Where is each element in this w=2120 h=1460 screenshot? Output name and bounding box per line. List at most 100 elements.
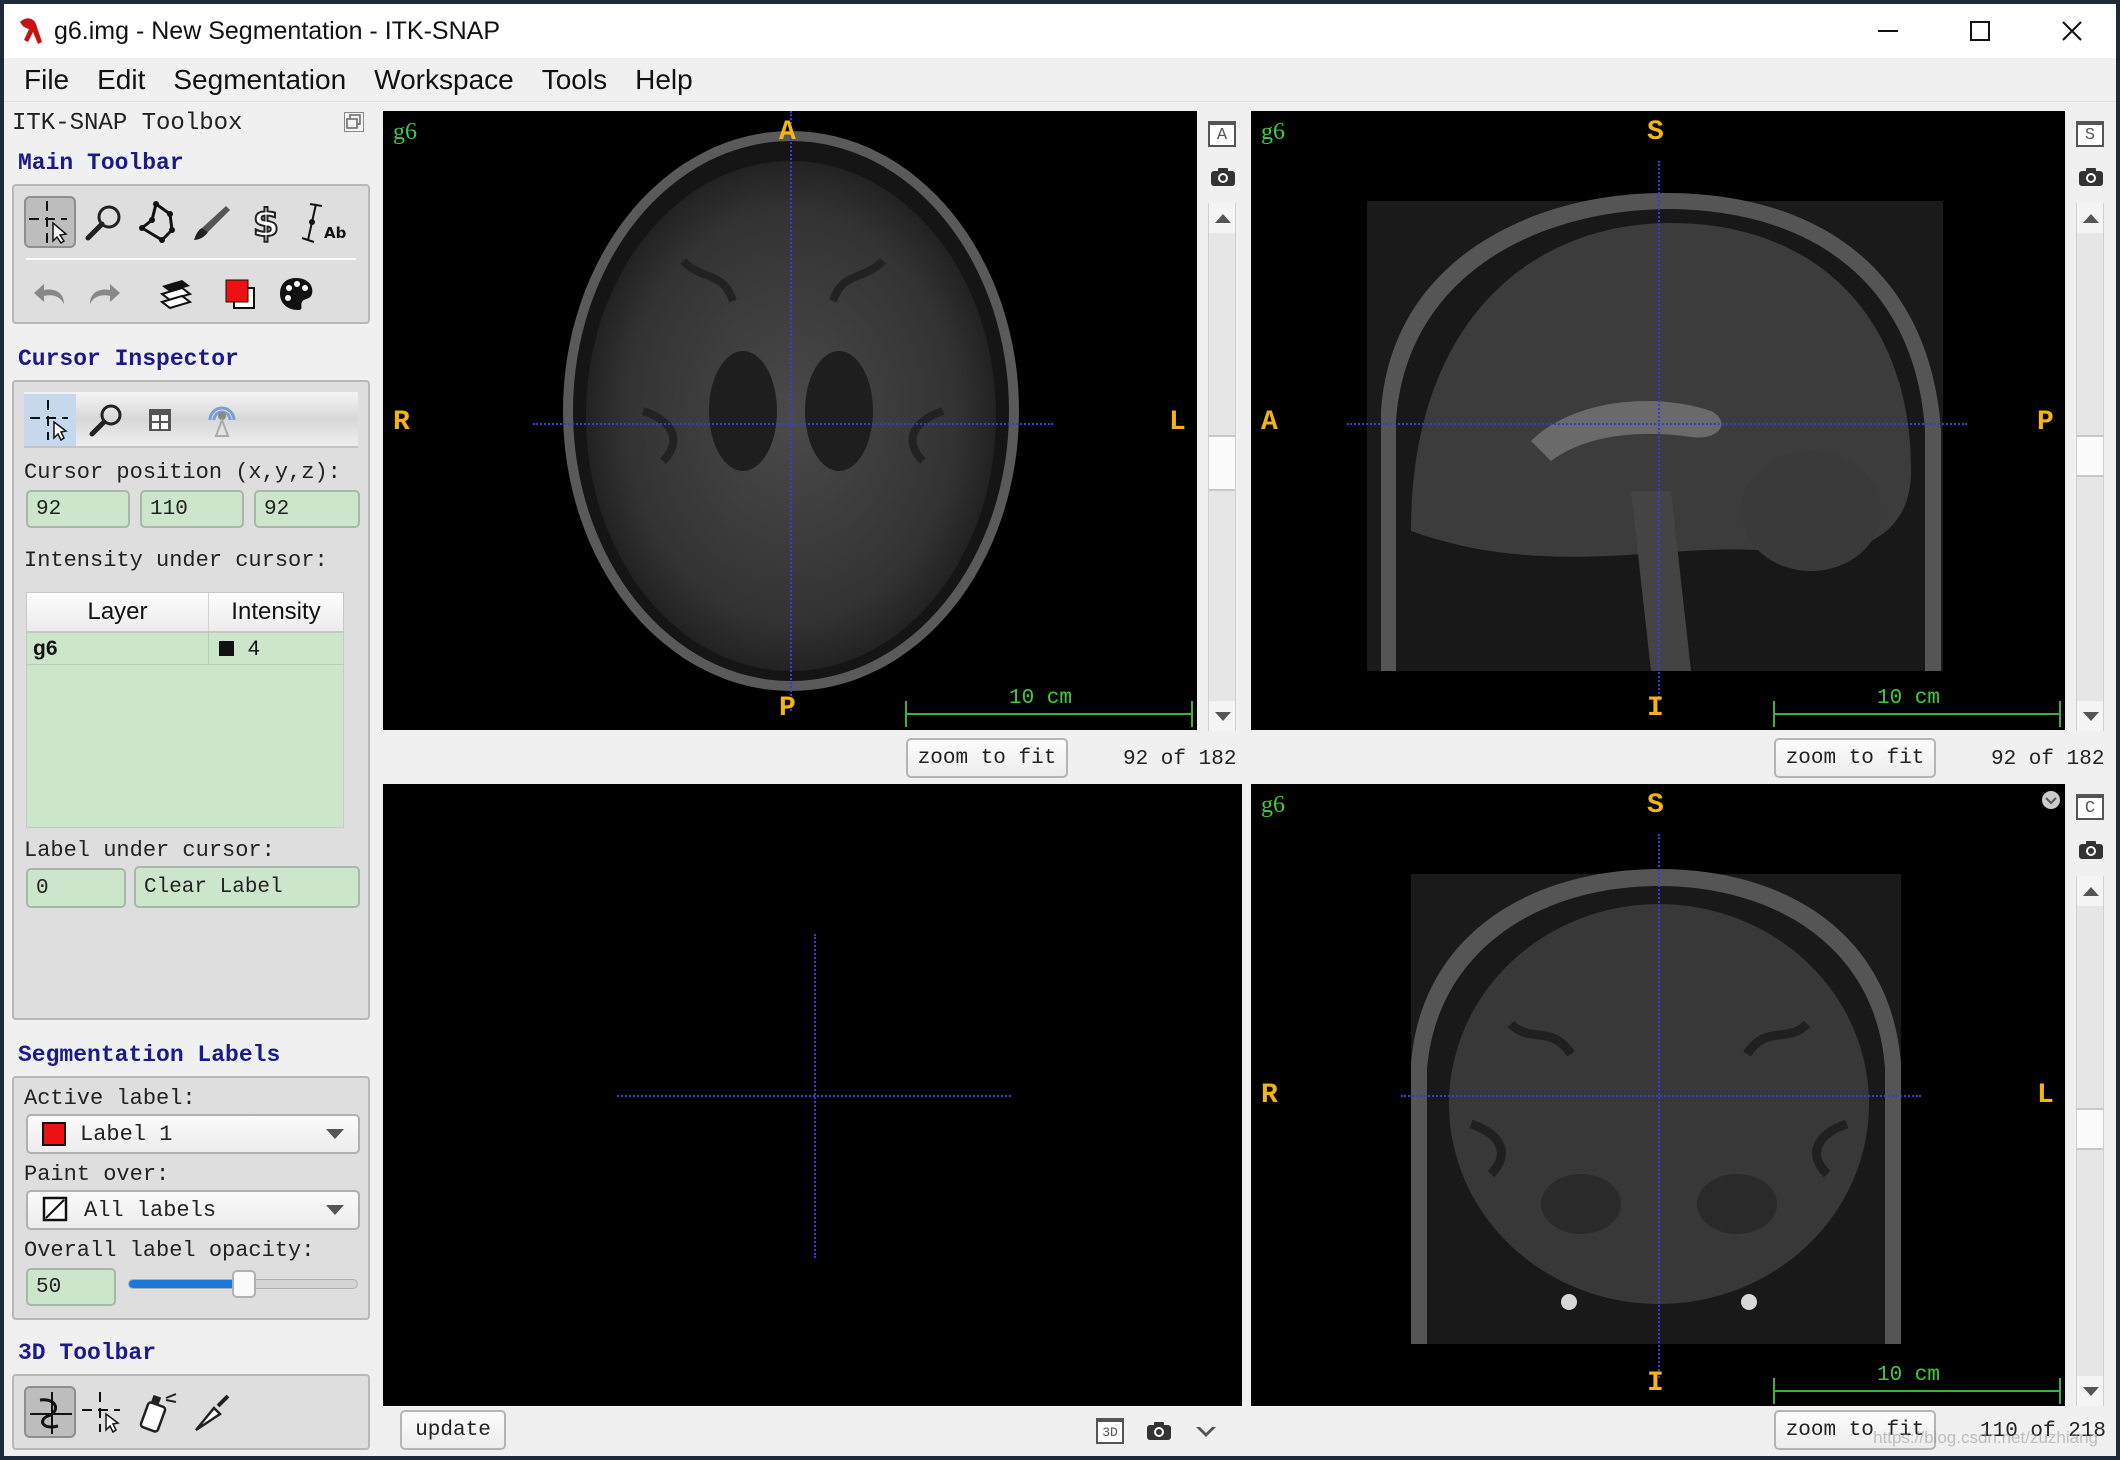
3d-view-layout-button[interactable]: 3D <box>1096 1418 1124 1444</box>
axial-slice-scrollbar[interactable] <box>1208 203 1236 731</box>
scroll-up-arrow[interactable] <box>1209 203 1235 233</box>
tab-layout[interactable] <box>134 394 186 446</box>
menu-help[interactable]: Help <box>635 64 693 96</box>
toolbox-panel: ITK-SNAP Toolbox Main Toolbar $ Ab Curso… <box>4 104 376 1456</box>
grid-layout-icon <box>149 409 171 431</box>
opacity-slider[interactable] <box>128 1270 358 1298</box>
cursor-position-label: Cursor position (x,y,z): <box>24 460 341 485</box>
opacity-value-field[interactable]: 50 <box>26 1268 116 1306</box>
orientation-top: S <box>1647 790 1664 821</box>
camera-icon[interactable] <box>1210 167 1236 187</box>
opacity-slider-thumb[interactable] <box>232 1270 256 1298</box>
paintbrush-icon <box>194 206 230 240</box>
menu-file[interactable]: File <box>24 64 69 96</box>
tab-sync[interactable] <box>196 394 248 446</box>
axial-view[interactable]: g6 A P R L 10 cm <box>383 111 1197 730</box>
minimize-icon <box>1878 30 1898 32</box>
minimize-button[interactable] <box>1842 4 1934 58</box>
paintbrush-tool-button[interactable] <box>186 196 238 248</box>
scroll-down-arrow[interactable] <box>1209 701 1235 731</box>
annotation-tool-button[interactable]: Ab <box>296 196 348 248</box>
layer-inspector-button[interactable] <box>150 268 202 320</box>
cursor-x-field[interactable]: 92 <box>26 490 130 528</box>
all-labels-icon <box>42 1196 68 1222</box>
label-under-cursor-label: Label under cursor: <box>24 838 275 863</box>
spray-paint-tool-button[interactable] <box>132 1386 184 1438</box>
camera-icon[interactable] <box>1146 1420 1172 1442</box>
axial-view-layout-button[interactable]: A <box>1208 121 1236 147</box>
maximize-button[interactable] <box>1934 4 2026 58</box>
tab-zoom[interactable] <box>80 394 132 446</box>
tab-cursor[interactable] <box>24 394 76 446</box>
view-options-chevron-icon[interactable] <box>2041 790 2061 810</box>
label-editor-button[interactable] <box>270 268 322 320</box>
window-title: g6.img - New Segmentation - ITK-SNAP <box>54 16 500 45</box>
close-button[interactable] <box>2026 4 2116 58</box>
sagittal-zoom-to-fit-button[interactable]: zoom to fit <box>1774 738 1936 778</box>
scroll-down-arrow[interactable] <box>2077 1376 2103 1406</box>
coronal-view[interactable]: g6 S I R L 10 cm <box>1251 784 2065 1406</box>
polygon-tool-button[interactable] <box>132 196 184 248</box>
sagittal-slice-scrollbar[interactable] <box>2076 203 2104 731</box>
crosshair-tool-button[interactable] <box>24 196 76 248</box>
rotate-3d-tool-button[interactable] <box>24 1386 76 1438</box>
intensity-table: Layer Intensity g6 4 <box>26 592 344 828</box>
watermark-text: https://blog.csdn.net/zuzhiang <box>1873 1428 2098 1447</box>
undock-toolbox-button[interactable] <box>344 112 364 132</box>
undo-button[interactable] <box>24 268 76 320</box>
spray-can-icon <box>139 1393 177 1433</box>
camera-icon[interactable] <box>2078 167 2104 187</box>
table-header: Layer Intensity <box>27 593 343 633</box>
redo-button[interactable] <box>78 268 130 320</box>
menu-bar: File Edit Segmentation Workspace Tools H… <box>4 58 2116 102</box>
magnifier-icon <box>85 205 121 241</box>
layer-color-swatch <box>219 641 234 656</box>
crosshair-horizontal <box>617 1095 1011 1097</box>
active-label-dropdown[interactable]: Label 1 <box>26 1114 360 1154</box>
menu-segmentation[interactable]: Segmentation <box>173 64 346 96</box>
orientation-right: P <box>2037 407 2054 438</box>
3d-view[interactable] <box>383 784 1242 1406</box>
axial-zoom-to-fit-button[interactable]: zoom to fit <box>906 738 1068 778</box>
menu-workspace[interactable]: Workspace <box>374 64 514 96</box>
scroll-thumb[interactable] <box>2077 435 2103 477</box>
chevron-down-icon[interactable] <box>1194 1424 1218 1440</box>
cell-intensity-value: 4 <box>248 636 260 660</box>
sagittal-view-layout-button[interactable]: S <box>2076 121 2104 147</box>
zoom-pan-tool-button[interactable] <box>78 196 130 248</box>
table-row[interactable]: g6 4 <box>27 633 343 665</box>
paint-over-dropdown[interactable]: All labels <box>26 1190 360 1230</box>
column-header-layer[interactable]: Layer <box>27 593 209 631</box>
cell-layer: g6 <box>27 633 209 664</box>
update-3d-button[interactable]: update <box>400 1410 506 1450</box>
coronal-view-layout-button[interactable]: C <box>2076 794 2104 820</box>
coronal-slice-scrollbar[interactable] <box>2076 876 2104 1406</box>
label-color-button[interactable] <box>214 268 266 320</box>
crosshair-cursor-icon <box>30 400 68 442</box>
crosshair-3d-tool-button[interactable] <box>76 1386 128 1438</box>
camera-icon[interactable] <box>2078 840 2104 860</box>
orientation-right: L <box>2037 1080 2054 1111</box>
inspector-tab-bar <box>24 392 358 448</box>
column-header-intensity[interactable]: Intensity <box>209 593 343 631</box>
scroll-thumb[interactable] <box>1209 435 1235 491</box>
cursor-y-field[interactable]: 110 <box>140 490 244 528</box>
menu-tools[interactable]: Tools <box>542 64 607 96</box>
orientation-bottom: I <box>1647 1368 1664 1399</box>
toolbox-title: ITK-SNAP Toolbox <box>12 110 243 137</box>
scroll-up-arrow[interactable] <box>2077 203 2103 233</box>
sagittal-view[interactable]: g6 S I A P 10 cm <box>1251 111 2065 730</box>
paint-over-caption: Paint over: <box>24 1162 170 1187</box>
toolbar-divider <box>26 258 356 260</box>
cursor-z-field[interactable]: 92 <box>254 490 360 528</box>
snake-dollar-icon: $ <box>252 200 280 244</box>
sagittal-slice-indicator: 92 of 182 <box>1991 748 2105 771</box>
scroll-thumb[interactable] <box>2077 1108 2103 1150</box>
scalpel-tool-button[interactable] <box>186 1386 238 1438</box>
scroll-down-arrow[interactable] <box>2077 701 2103 731</box>
menu-edit[interactable]: Edit <box>97 64 145 96</box>
snake-tool-button[interactable]: $ <box>240 196 292 248</box>
scroll-up-arrow[interactable] <box>2077 876 2103 906</box>
crosshair-vertical <box>1658 834 1660 1378</box>
axial-view-panel: A <box>1202 111 1242 731</box>
